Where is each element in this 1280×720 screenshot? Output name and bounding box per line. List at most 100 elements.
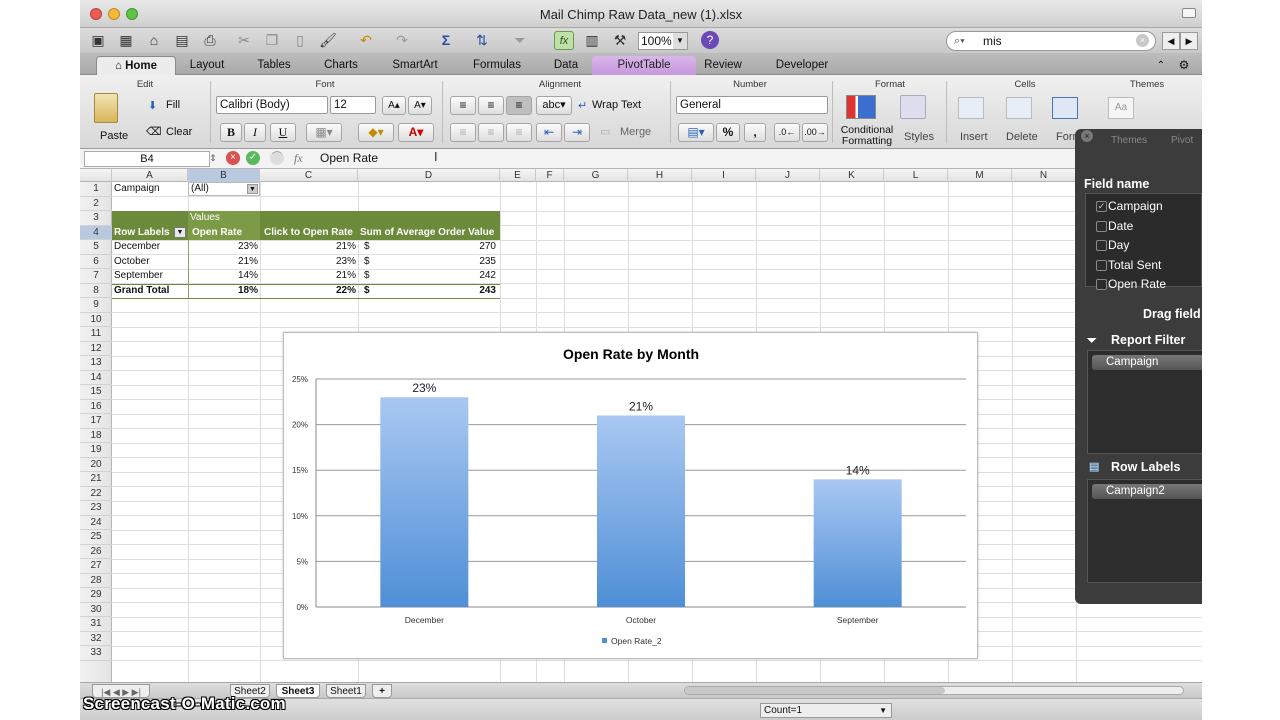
increase-decimal-icon[interactable]: .0← [774, 123, 800, 142]
search-input[interactable]: mis [983, 34, 1002, 48]
row-header-29[interactable]: 29 [80, 588, 112, 603]
number-format-select[interactable]: General [676, 96, 828, 114]
new-document-icon[interactable]: ▣ [88, 31, 108, 50]
styles-button[interactable]: Styles [904, 131, 934, 143]
open-rate-header[interactable]: Open Rate [192, 226, 242, 241]
tab-review[interactable]: Review [696, 56, 750, 75]
column-header-e[interactable]: E [500, 169, 536, 182]
row-header-2[interactable]: 2 [80, 197, 112, 211]
align-top-icon[interactable]: ≡ [450, 96, 476, 115]
tab-formulas[interactable]: Formulas [462, 56, 532, 75]
paste-label[interactable]: Paste [100, 130, 128, 142]
status-count[interactable]: Count=1 ▼ [760, 703, 892, 718]
toolbox-icon[interactable]: ⚒ [610, 31, 630, 50]
column-header-b[interactable]: B [188, 169, 260, 182]
horizontal-scroll-thumb[interactable] [685, 687, 945, 694]
sort-icon[interactable]: ⇅ [472, 31, 492, 50]
row-header-12[interactable]: 12 [80, 342, 112, 356]
search-forward-button[interactable]: ▶ [1180, 32, 1198, 50]
field-item-label[interactable]: Day [1108, 238, 1129, 252]
cut-icon[interactable]: ✂ [234, 31, 254, 50]
confirm-entry-icon[interactable]: ✓ [246, 151, 260, 165]
ribbon-collapse-icon[interactable]: ⌃ [1152, 56, 1170, 75]
save-icon[interactable]: ▤ [172, 31, 192, 50]
row-header-22[interactable]: 22 [80, 487, 112, 501]
format-cells-icon[interactable] [1052, 97, 1078, 119]
toolbar-toggle-button[interactable] [1182, 8, 1196, 18]
column-header-d[interactable]: D [358, 169, 500, 182]
column-header-f[interactable]: F [536, 169, 564, 182]
row-header-14[interactable]: 14 [80, 371, 112, 385]
row-header-21[interactable]: 21 [80, 472, 112, 487]
fill-color-icon[interactable]: ◆▾ [358, 123, 394, 142]
bold-button[interactable]: B [220, 123, 242, 142]
sheet-tab-sheet1[interactable]: Sheet1 [326, 684, 366, 698]
paste-clipboard-icon[interactable] [94, 93, 118, 123]
row-header-17[interactable]: 17 [80, 414, 112, 429]
print-icon[interactable]: ⎙ [200, 31, 220, 50]
align-center-icon[interactable]: ≡ [478, 123, 504, 142]
field-list[interactable]: ✓ Campaign Date Day Total Sent Open Rate [1085, 193, 1202, 291]
align-middle-icon[interactable]: ≡ [478, 96, 504, 115]
format-painter-icon[interactable]: 🖌 [318, 31, 338, 50]
row-header-4[interactable]: 4 [80, 225, 112, 240]
autosum-icon[interactable]: Σ [436, 31, 456, 50]
column-header-j[interactable]: J [756, 169, 820, 182]
row-header-31[interactable]: 31 [80, 617, 112, 632]
field-checkbox[interactable] [1096, 220, 1107, 232]
column-header-i[interactable]: I [692, 169, 756, 182]
row-header-11[interactable]: 11 [80, 327, 112, 342]
row-header-32[interactable]: 32 [80, 632, 112, 646]
paste-icon[interactable]: ▯ [290, 31, 310, 50]
field-item-label[interactable]: Date [1108, 219, 1133, 233]
conditional-formatting-button[interactable]: Conditional Formatting [836, 125, 898, 147]
shrink-font-icon[interactable]: A▾ [408, 96, 432, 115]
percent-button[interactable]: % [716, 123, 740, 142]
row-header-24[interactable]: 24 [80, 516, 112, 530]
orientation-button[interactable]: abc▾ [536, 96, 572, 115]
delete-button[interactable]: Delete [1006, 131, 1038, 143]
row-header-20[interactable]: 20 [80, 458, 112, 472]
tab-layout[interactable]: Layout [182, 56, 232, 75]
underline-button[interactable]: U [270, 123, 296, 142]
cancel-entry-icon[interactable]: × [226, 151, 240, 165]
report-filter-area[interactable]: Campaign [1087, 350, 1202, 454]
conditional-formatting-icon[interactable] [846, 95, 876, 119]
row-header-16[interactable]: 16 [80, 400, 112, 414]
themes-icon[interactable]: Aa [1108, 97, 1134, 119]
report-filter-chip[interactable]: Campaign [1092, 355, 1202, 370]
field-checkbox[interactable]: ✓ [1096, 201, 1107, 212]
field-checkbox[interactable] [1096, 279, 1107, 290]
delete-cells-icon[interactable] [1006, 97, 1032, 119]
column-header-n[interactable]: N [1012, 169, 1076, 182]
copy-icon[interactable]: ❐ [262, 31, 282, 50]
column-header-g[interactable]: G [564, 169, 628, 182]
close-panel-icon[interactable]: × [1081, 130, 1093, 142]
column-header-c[interactable]: C [260, 169, 358, 182]
field-item-label[interactable]: Open Rate [1108, 277, 1166, 291]
row-header-25[interactable]: 25 [80, 530, 112, 545]
clear-button[interactable]: Clear [166, 126, 192, 138]
align-bottom-icon[interactable]: ≡ [506, 96, 532, 115]
name-box[interactable]: B4 [84, 151, 210, 167]
formula-builder-icon[interactable]: ⌒ [270, 151, 284, 165]
tab-developer[interactable]: Developer [764, 56, 840, 75]
tab-charts[interactable]: Charts [316, 56, 366, 75]
font-name-select[interactable]: Calibri (Body) [216, 96, 328, 114]
align-right-icon[interactable]: ≡ [506, 123, 532, 142]
row-header-26[interactable]: 26 [80, 545, 112, 559]
help-icon[interactable]: ? [701, 31, 719, 49]
font-color-icon[interactable]: A▾ [398, 123, 434, 142]
row-header-10[interactable]: 10 [80, 313, 112, 327]
tab-data[interactable]: Data [544, 56, 588, 75]
row-header-15[interactable]: 15 [80, 385, 112, 400]
ribbon-settings-icon[interactable]: ⚙ [1176, 56, 1192, 75]
column-header-m[interactable]: M [948, 169, 1012, 182]
row-header-33[interactable]: 33 [80, 646, 112, 661]
redo-icon[interactable]: ↷ [392, 31, 412, 50]
row-header-19[interactable]: 19 [80, 443, 112, 458]
row-header-9[interactable]: 9 [80, 298, 112, 313]
tab-home[interactable]: ⌂ Home [96, 56, 176, 75]
undo-icon[interactable]: ↶ [356, 31, 376, 50]
column-header-k[interactable]: K [820, 169, 884, 182]
